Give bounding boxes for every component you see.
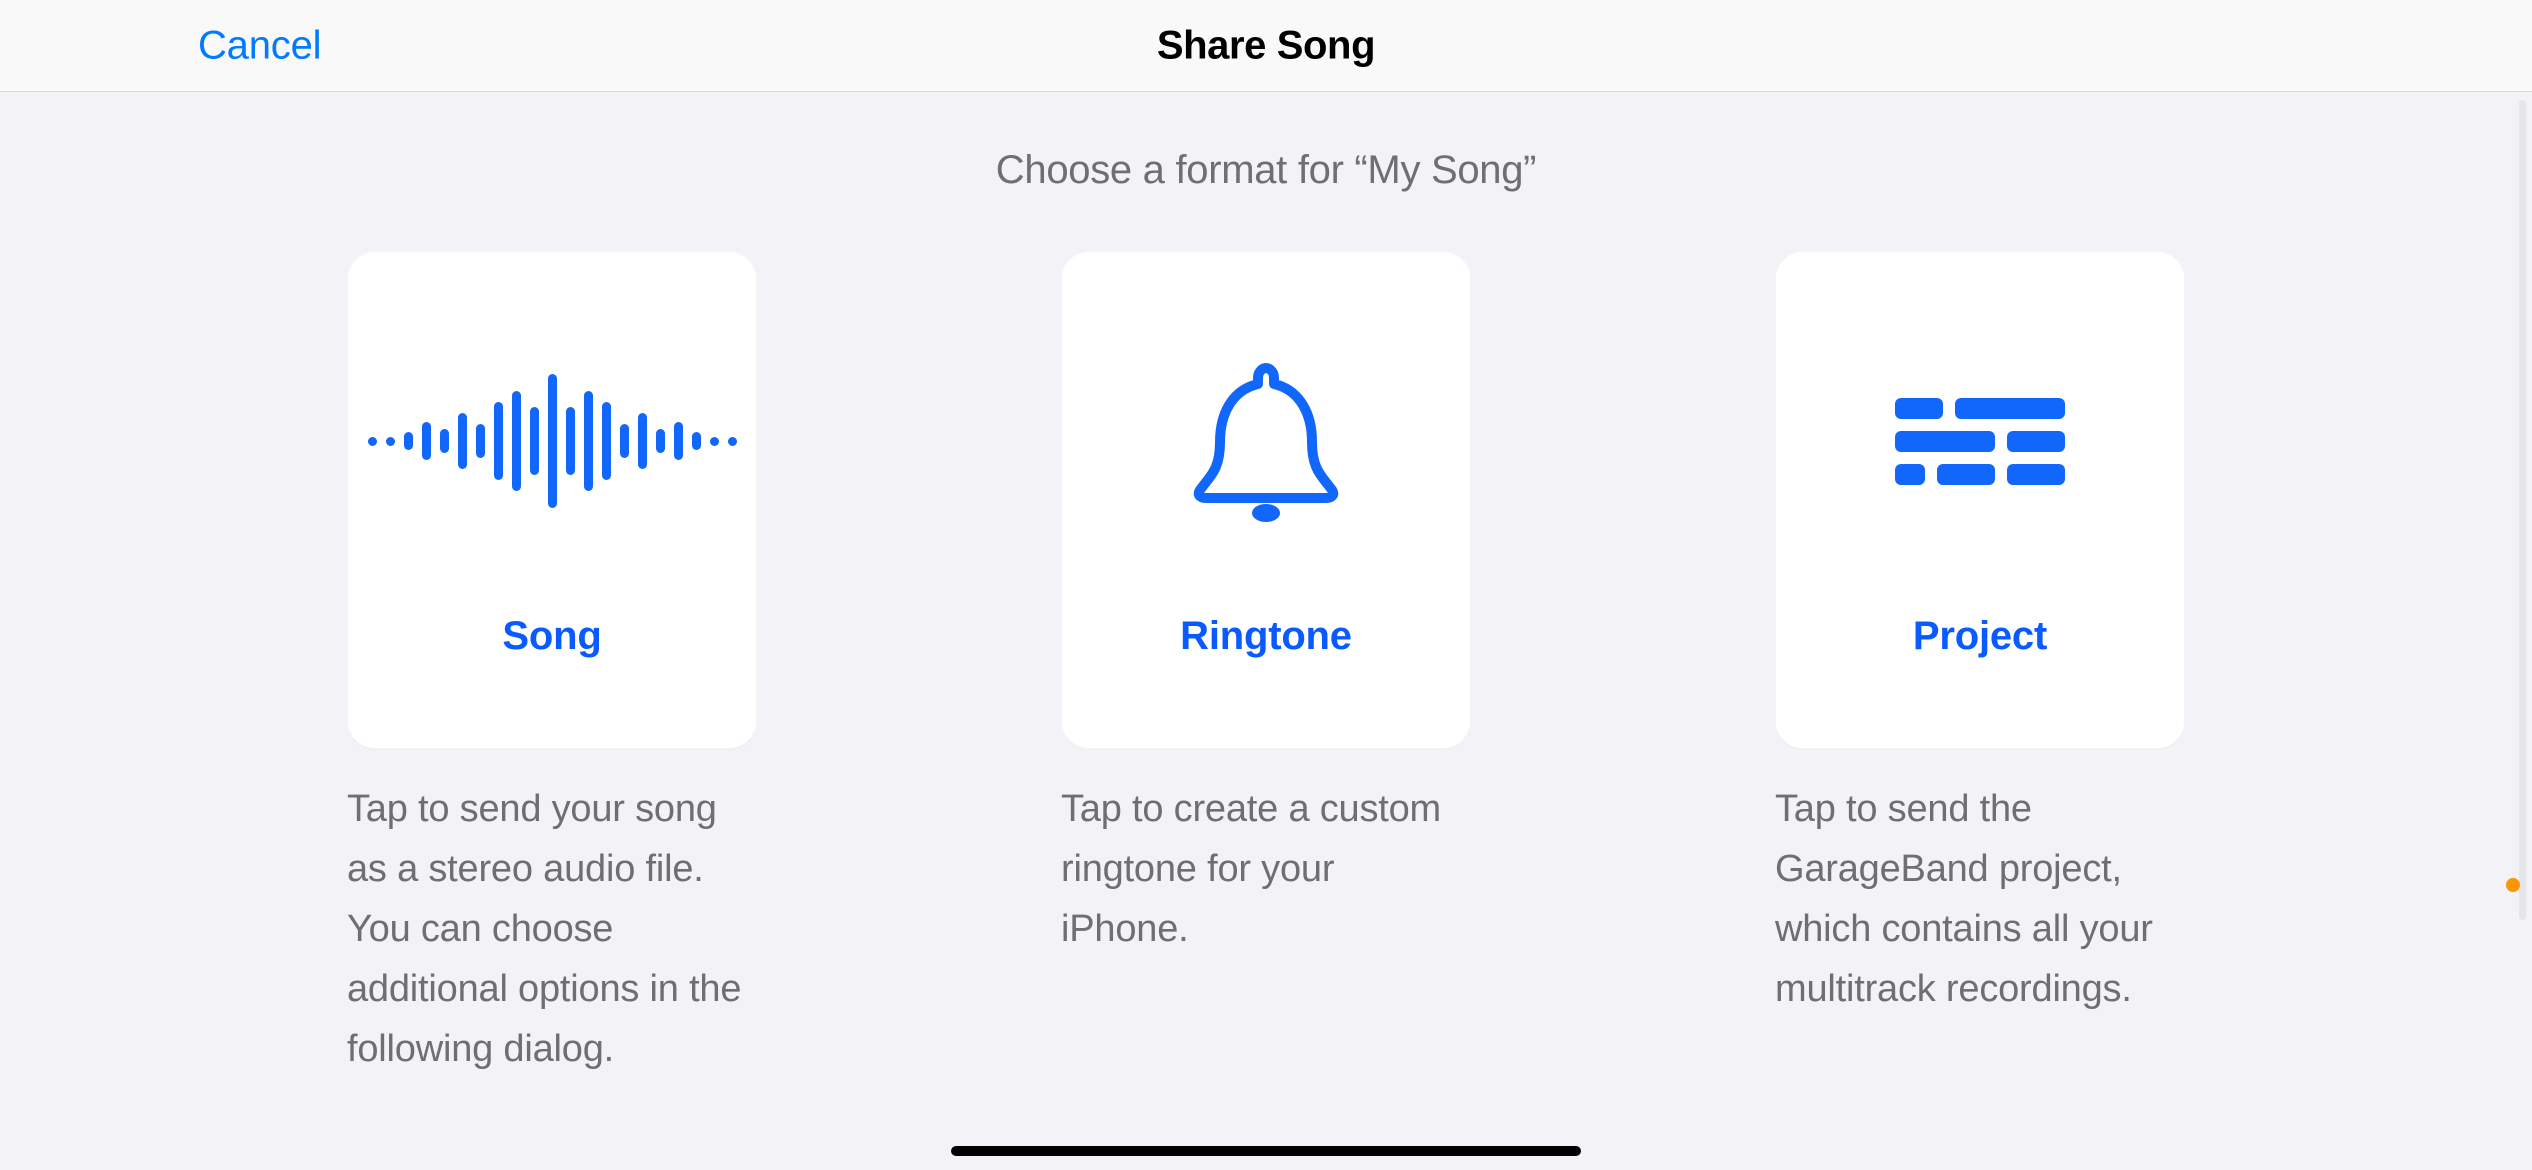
- multitrack-icon: [1775, 321, 2185, 561]
- home-indicator[interactable]: [951, 1146, 1581, 1156]
- option-ringtone: Ringtone Tap to create a custom ringtone…: [1061, 251, 1471, 1079]
- bell-icon: [1061, 321, 1471, 561]
- vertical-scrollbar[interactable]: [2519, 100, 2526, 920]
- option-project: Project Tap to send the GarageBand proje…: [1775, 251, 2185, 1079]
- cancel-button[interactable]: Cancel: [198, 23, 321, 68]
- option-label: Song: [502, 614, 601, 659]
- subtitle: Choose a format for “My Song”: [996, 148, 1536, 193]
- format-options: Song Tap to send your song as a stereo a…: [347, 251, 2185, 1079]
- option-label: Ringtone: [1180, 614, 1352, 659]
- option-card-song[interactable]: Song: [347, 251, 757, 749]
- option-card-project[interactable]: Project: [1775, 251, 2185, 749]
- option-card-ringtone[interactable]: Ringtone: [1061, 251, 1471, 749]
- main-content: Choose a format for “My Song”: [0, 92, 2532, 1079]
- option-description: Tap to send the GarageBand project, whic…: [1775, 779, 2185, 1019]
- waveform-icon: [347, 321, 757, 561]
- status-dot-icon: [2506, 878, 2520, 892]
- option-label: Project: [1913, 614, 2047, 659]
- page-title: Share Song: [1157, 23, 1375, 68]
- option-description: Tap to create a custom ringtone for your…: [1061, 779, 1471, 959]
- option-description: Tap to send your song as a stereo audio …: [347, 779, 757, 1079]
- option-song: Song Tap to send your song as a stereo a…: [347, 251, 757, 1079]
- navbar: Cancel Share Song: [0, 0, 2532, 92]
